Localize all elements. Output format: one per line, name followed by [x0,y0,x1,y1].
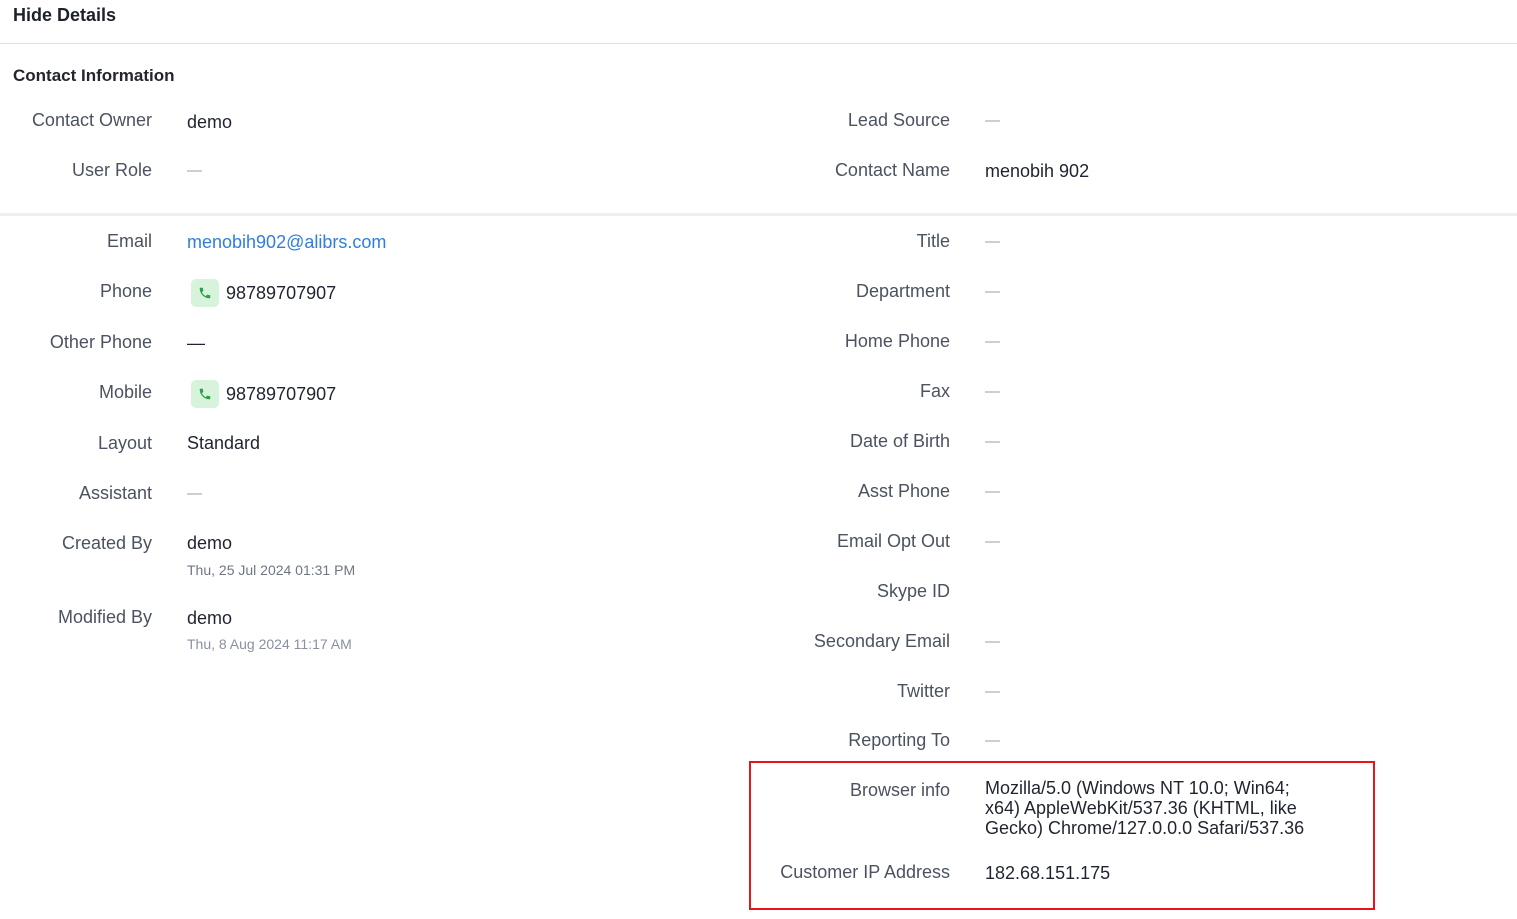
modified-by-label: Modified By [57,607,152,627]
details-header: Hide Details [0,0,1517,44]
email-opt-out-value[interactable]: — [985,533,1000,550]
phone-number[interactable]: 98789707907 [226,283,336,304]
home-phone-value[interactable]: — [985,333,1000,350]
user-role-label: User Role [71,160,152,180]
mobile-label: Mobile [98,382,152,402]
created-by-value: demo [187,533,233,553]
modified-time: Thu, 8 Aug 2024 11:17 AM [187,636,352,652]
modified-by-value: demo [187,608,233,628]
phone-icon[interactable] [191,380,219,408]
email-label: Email [106,231,152,251]
phone-icon[interactable] [191,279,219,307]
reporting-to-value[interactable]: — [985,732,1000,749]
other-phone-label: Other Phone [49,332,152,352]
assistant-label: Assistant [78,483,152,503]
secondary-email-label: Secondary Email [813,631,950,651]
email-opt-out-label: Email Opt Out [836,531,950,551]
asst-phone-value[interactable]: — [985,483,1000,500]
lead-source-label: Lead Source [847,110,950,130]
section-divider [0,213,1517,216]
reporting-to-label: Reporting To [848,730,950,750]
skype-id-label: Skype ID [876,581,950,601]
created-time: Thu, 25 Jul 2024 01:31 PM [187,562,356,578]
mobile-field[interactable]: 98789707907 [191,380,336,408]
hide-details-button[interactable]: Hide Details [13,5,116,26]
date-of-birth-label: Date of Birth [849,431,950,451]
lead-source-value[interactable]: — [985,112,1000,129]
other-phone-value[interactable]: — [187,333,205,354]
twitter-value[interactable]: — [985,683,1000,700]
phone-label: Phone [99,281,152,301]
phone-field[interactable]: 98789707907 [191,279,336,307]
mobile-number[interactable]: 98789707907 [226,384,336,405]
layout-value[interactable]: Standard [187,433,260,454]
section-title: Contact Information [13,66,175,85]
user-role-value[interactable]: — [187,162,202,179]
email-link[interactable]: menobih902@alibrs.com [187,232,386,253]
department-value[interactable]: — [985,283,1000,300]
layout-label: Layout [97,433,152,453]
secondary-email-value[interactable]: — [985,633,1000,650]
contact-name-label: Contact Name [834,160,950,180]
asst-phone-label: Asst Phone [857,481,950,501]
created-by-label: Created By [61,533,152,553]
twitter-label: Twitter [896,681,950,701]
department-label: Department [855,281,950,301]
contact-owner-value[interactable]: demo [187,112,232,133]
highlight-box [749,761,1375,910]
fax-label: Fax [919,381,950,401]
title-value[interactable]: — [985,233,1000,250]
contact-name-value[interactable]: menobih 902 [985,161,1089,182]
fax-value[interactable]: — [985,383,1000,400]
assistant-value[interactable]: — [187,485,202,502]
date-of-birth-value[interactable]: — [985,433,1000,450]
home-phone-label: Home Phone [844,331,950,351]
title-label: Title [916,231,950,251]
contact-owner-label: Contact Owner [31,110,152,130]
